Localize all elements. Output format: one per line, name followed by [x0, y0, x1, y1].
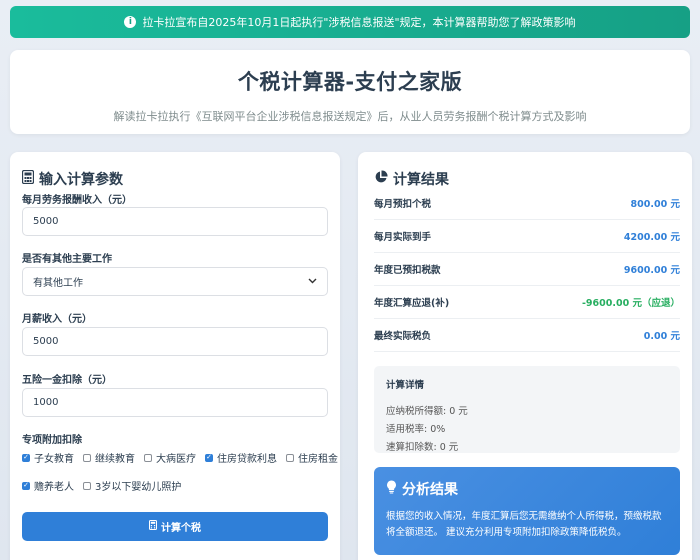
deduction-child-education[interactable]: ✓ 子女教育	[22, 450, 74, 465]
deduction-serious-illness[interactable]: 大病医疗	[144, 450, 196, 465]
deductions-row-2: ✓ 赡养老人 3岁以下婴幼儿照护	[22, 478, 190, 493]
lightbulb-icon	[386, 480, 397, 498]
annual-withheld-value: 9600.00 元	[623, 265, 680, 276]
quick-deduction: 速算扣除数: 0 元	[386, 442, 459, 453]
insurance-label: 五险一金扣除（元）	[22, 375, 112, 386]
detail-title: 计算详情	[386, 380, 425, 391]
other-job-select[interactable]: 有其他工作	[22, 267, 328, 296]
banner-text: 拉卡拉宣布自2025年10月1日起执行"涉税信息报送"规定，本计算器帮助您了解政…	[142, 16, 576, 29]
policy-banner: i 拉卡拉宣布自2025年10月1日起执行"涉税信息报送"规定，本计算器帮助您了…	[10, 6, 690, 38]
analysis-text: 根据您的收入情况，年度汇算后您无需缴纳个人所得税，预缴税款将全额退还。 建议充分…	[386, 511, 662, 538]
chevron-down-icon	[308, 276, 317, 287]
result-row-monthly-tax: 每月预扣个税 800.00 元	[374, 187, 680, 220]
checkbox-unchecked[interactable]	[144, 453, 152, 462]
checkbox-checked[interactable]: ✓	[22, 481, 30, 490]
input-panel-title: 输入计算参数	[21, 169, 123, 189]
taxable-income: 应纳税所得额: 0 元	[386, 406, 468, 417]
result-panel-title: 计算结果	[374, 169, 449, 189]
deduction-elderly-support[interactable]: ✓ 赡养老人	[22, 478, 74, 493]
deduction-infant-care[interactable]: 3岁以下婴幼儿照护	[83, 478, 181, 493]
result-row-annual-withheld: 年度已预扣税款 9600.00 元	[374, 253, 680, 286]
salary-input[interactable]: 5000	[22, 327, 328, 356]
page-subtitle: 解读拉卡拉执行《互联网平台企业涉税信息报送规定》后，从业人员劳务报酬个税计算方式…	[113, 110, 587, 123]
deduction-housing-loan[interactable]: ✓ 住房贷款利息	[205, 450, 277, 465]
income-label: 每月劳务报酬收入（元）	[22, 195, 132, 206]
calculator-icon	[149, 520, 157, 533]
deductions-label: 专项附加扣除	[22, 435, 82, 446]
result-row-monthly-net: 每月实际到手 4200.00 元	[374, 220, 680, 253]
info-icon: i	[124, 16, 137, 28]
analysis-title: 分析结果	[386, 479, 668, 499]
final-tax-value: 0.00 元	[643, 331, 680, 342]
deductions-row-1: ✓ 子女教育 继续教育 大病医疗 ✓ 住房贷款利息 住房租金	[22, 450, 347, 465]
monthly-tax-value: 800.00 元	[630, 199, 680, 210]
calculation-detail: 计算详情 应纳税所得额: 0 元 适用税率: 0% 速算扣除数: 0 元	[374, 366, 680, 453]
salary-label: 月薪收入（元）	[22, 314, 92, 325]
deduction-housing-rent[interactable]: 住房租金	[286, 450, 338, 465]
calculate-button[interactable]: 计算个税	[22, 512, 328, 541]
analysis-box: 分析结果 根据您的收入情况，年度汇算后您无需缴纳个人所得税，预缴税款将全额退还。…	[374, 467, 680, 555]
insurance-input[interactable]: 1000	[22, 388, 328, 417]
other-job-label: 是否有其他主要工作	[22, 254, 112, 265]
deduction-continuing-education[interactable]: 继续教育	[83, 450, 135, 465]
page-title: 个税计算器-支付之家版	[237, 70, 463, 94]
result-row-annual-settlement: 年度汇算应退(补) -9600.00 元（应退）	[374, 286, 680, 319]
annual-settlement-value: -9600.00 元（应退）	[581, 298, 680, 309]
monthly-net-value: 4200.00 元	[623, 232, 680, 243]
other-job-selected: 有其他工作	[33, 278, 83, 289]
tax-rate: 适用税率: 0%	[386, 424, 446, 435]
calculator-icon	[21, 169, 35, 188]
checkbox-checked[interactable]: ✓	[22, 453, 30, 462]
checkbox-unchecked[interactable]	[286, 453, 294, 462]
checkbox-unchecked[interactable]	[83, 453, 91, 462]
header-card: 个税计算器-支付之家版 解读拉卡拉执行《互联网平台企业涉税信息报送规定》后，从业…	[10, 50, 690, 134]
income-input[interactable]: 5000	[22, 207, 328, 236]
result-row-final-tax: 最终实际税负 0.00 元	[374, 319, 680, 352]
checkbox-unchecked[interactable]	[83, 481, 91, 490]
pie-chart-icon	[374, 170, 388, 188]
checkbox-checked[interactable]: ✓	[205, 453, 213, 462]
